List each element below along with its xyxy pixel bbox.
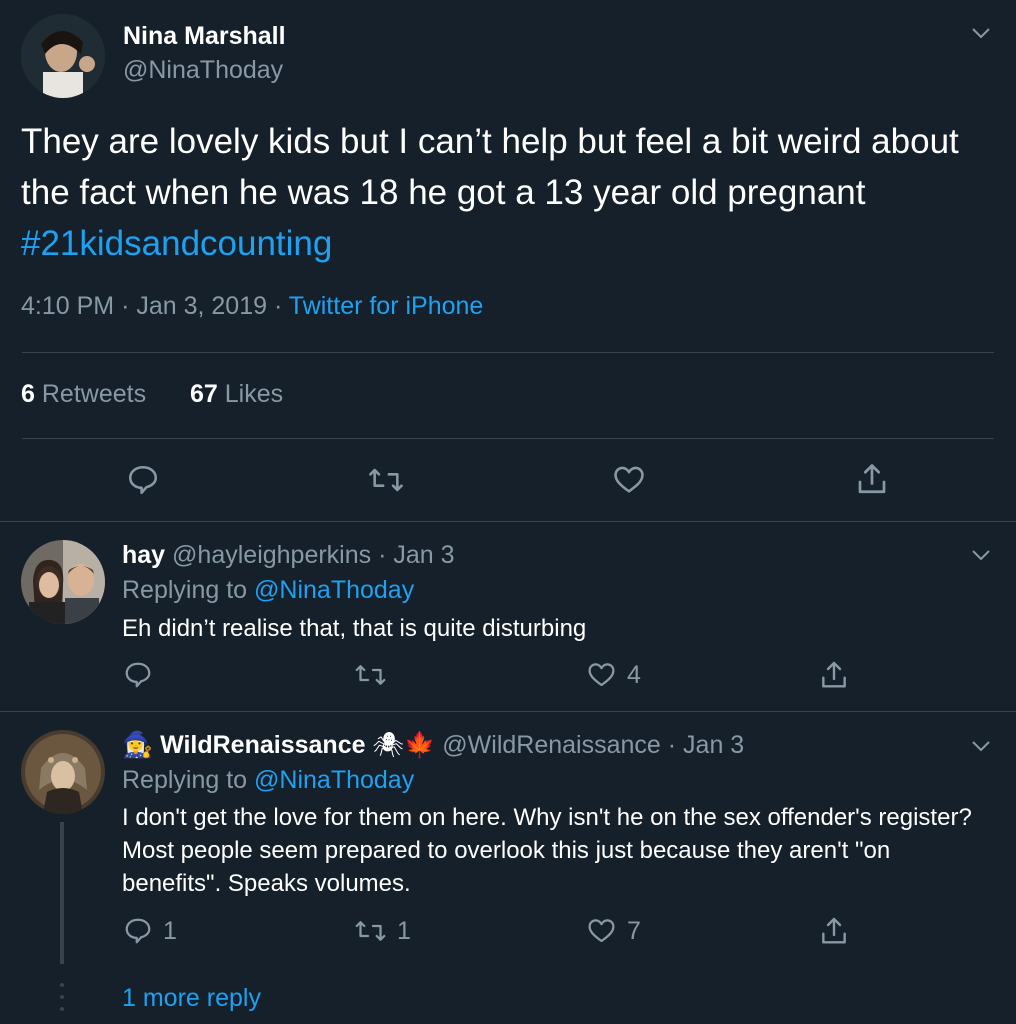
more-replies-link[interactable]: 1 more reply xyxy=(122,984,261,1013)
hashtag-link[interactable]: #21kidsandcounting xyxy=(21,224,332,263)
retweet-count: 1 xyxy=(397,916,411,945)
meta-separator: · xyxy=(121,292,130,320)
reply-text: Eh didn’t realise that, that is quite di… xyxy=(122,615,587,642)
share-icon xyxy=(818,659,850,691)
retweet-button[interactable]: 1 xyxy=(354,916,411,946)
like-icon xyxy=(586,660,617,690)
tweet-text: They are lovely kids but I can’t help bu… xyxy=(21,116,981,269)
retweet-icon xyxy=(354,660,387,690)
author-handle[interactable]: @NinaThoday xyxy=(123,56,283,85)
like-button[interactable] xyxy=(611,463,647,497)
retweet-button[interactable] xyxy=(367,463,405,497)
reply-button[interactable]: 1 xyxy=(123,916,177,946)
like-icon xyxy=(586,916,617,946)
like-count: 7 xyxy=(627,916,641,945)
share-icon xyxy=(818,915,850,947)
tweet-stats: 6 Retweets 67 Likes xyxy=(21,380,283,409)
reply-date[interactable]: · Jan 3 xyxy=(378,541,454,569)
share-icon xyxy=(854,461,890,497)
replying-label: Replying to xyxy=(122,766,248,794)
retweet-icon xyxy=(367,463,405,497)
retweets-stat[interactable]: 6 Retweets xyxy=(21,380,146,408)
like-count: 4 xyxy=(627,660,641,689)
retweets-label: Retweets xyxy=(41,380,147,408)
divider xyxy=(22,352,994,353)
chevron-down-icon[interactable] xyxy=(970,22,992,44)
reply-icon xyxy=(126,463,160,497)
like-button[interactable]: 7 xyxy=(586,916,641,946)
likes-label: Likes xyxy=(224,380,284,408)
replying-label: Replying to xyxy=(122,576,248,604)
replying-to: Replying to @NinaThoday xyxy=(122,766,414,795)
likes-count: 67 xyxy=(189,380,218,408)
thread-dot xyxy=(60,983,64,987)
likes-stat[interactable]: 67 Likes xyxy=(190,380,283,408)
chevron-down-icon[interactable] xyxy=(970,544,992,566)
reply-author-handle[interactable]: @WildRenaissance xyxy=(442,731,661,759)
tweet-meta: 4:10 PM · Jan 3, 2019 · Twitter for iPho… xyxy=(21,292,483,321)
like-icon xyxy=(611,463,647,497)
reply-text: I don't get the love for them on here. W… xyxy=(122,804,972,897)
like-button[interactable]: 4 xyxy=(586,660,641,690)
replying-to-link[interactable]: @NinaThoday xyxy=(254,576,414,604)
reply-count: 1 xyxy=(163,916,177,945)
divider xyxy=(0,711,1016,712)
retweet-icon xyxy=(354,916,387,946)
retweets-count: 6 xyxy=(21,380,35,408)
reply-button[interactable] xyxy=(126,463,160,497)
reply-header: 🧙‍♀️ WildRenaissance 🕷🍁 @WildRenaissance… xyxy=(122,731,744,760)
reply-header: hay @hayleighperkins · Jan 3 xyxy=(122,541,455,570)
tweet-source[interactable]: Twitter for iPhone xyxy=(289,292,484,320)
thread-line xyxy=(60,822,64,964)
avatar-wildrenaissance[interactable] xyxy=(21,730,105,814)
thread-dot xyxy=(60,1007,64,1011)
share-button[interactable] xyxy=(818,915,850,947)
tweet-time[interactable]: 4:10 PM xyxy=(21,292,114,320)
author-name[interactable]: Nina Marshall xyxy=(123,22,286,51)
retweet-button[interactable] xyxy=(354,660,397,690)
replying-to-link[interactable]: @NinaThoday xyxy=(254,766,414,794)
name-emoji-prefix: 🧙‍♀️ xyxy=(122,731,154,759)
share-button[interactable] xyxy=(854,461,890,497)
reply-icon xyxy=(123,660,153,690)
chevron-down-icon[interactable] xyxy=(970,735,992,757)
meta-separator: · xyxy=(273,292,283,320)
avatar-nina[interactable] xyxy=(21,14,105,98)
reply-date[interactable]: · Jan 3 xyxy=(668,731,744,759)
reply-icon xyxy=(123,916,153,946)
reply-author-handle[interactable]: @hayleighperkins xyxy=(172,541,371,569)
thread-dot xyxy=(60,995,64,999)
name-emoji-suffix: 🕷🍁 xyxy=(372,731,436,759)
replying-to: Replying to @NinaThoday xyxy=(122,576,414,605)
reply-author-name[interactable]: WildRenaissance xyxy=(160,731,365,759)
divider xyxy=(0,521,1016,522)
reply-author-name[interactable]: hay xyxy=(122,541,165,569)
avatar-hay[interactable] xyxy=(21,540,105,624)
reply-button[interactable] xyxy=(123,660,163,690)
divider xyxy=(22,438,994,439)
tweet-text-body: They are lovely kids but I can’t help bu… xyxy=(21,122,959,212)
tweet-date[interactable]: Jan 3, 2019 xyxy=(136,292,267,320)
share-button[interactable] xyxy=(818,659,850,691)
